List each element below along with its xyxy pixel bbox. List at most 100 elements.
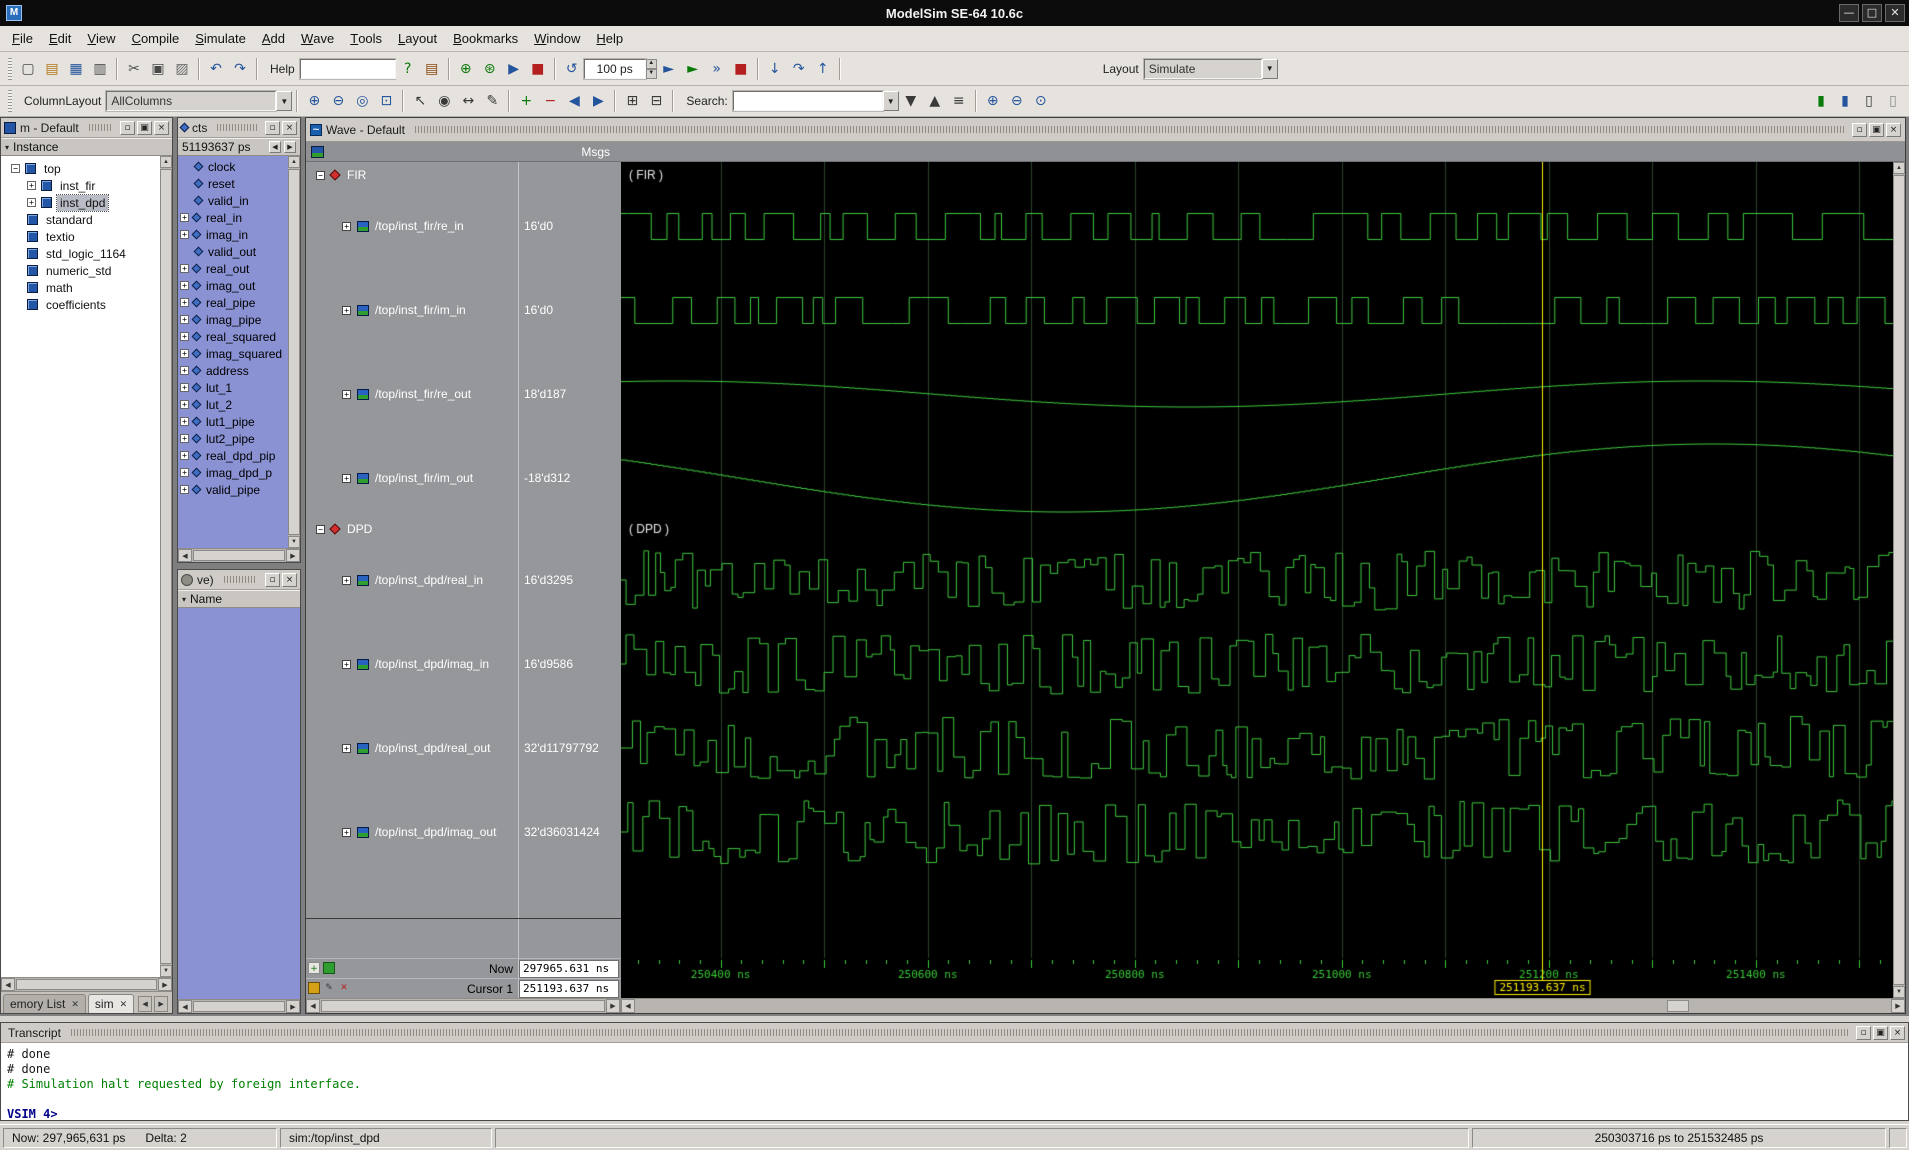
expand-icon[interactable]: + xyxy=(180,468,189,477)
object-item-imag_pipe[interactable]: +imag_pipe xyxy=(180,311,300,328)
scroll-left-icon[interactable]: ◀ xyxy=(306,999,320,1013)
simulate-icon[interactable]: ▶ xyxy=(502,57,526,81)
expand-signal-icon[interactable]: + xyxy=(342,828,351,837)
sim-tree-hscrollbar[interactable]: ◀ ▶ xyxy=(1,977,172,991)
zoom-fit-icon[interactable]: ⊙ xyxy=(1029,89,1053,113)
menu-add[interactable]: Add xyxy=(254,26,293,51)
scroll-right-icon[interactable]: ▶ xyxy=(606,999,620,1013)
close-tab-icon[interactable]: ✕ xyxy=(120,999,128,1010)
objects-panel-titlebar[interactable]: cts ▫ × xyxy=(178,118,300,138)
transcript-log[interactable]: # done# done# Simulation halt requested … xyxy=(1,1043,1908,1120)
collapse-groups-icon[interactable]: ⊟ xyxy=(644,89,668,113)
search-down-icon[interactable]: ▼ xyxy=(899,89,923,113)
search-input-value[interactable] xyxy=(733,91,883,111)
tab-sim[interactable]: sim✕ xyxy=(88,994,134,1013)
sim-panel-close-button[interactable]: × xyxy=(154,121,169,135)
stop-icon[interactable]: ■ xyxy=(729,57,753,81)
wave-signal-row[interactable]: +/top/inst_dpd/imag_in xyxy=(342,654,489,674)
scrollbar-thumb[interactable] xyxy=(160,169,172,964)
expand-signal-icon[interactable]: + xyxy=(342,576,351,585)
dropdown-arrow-icon[interactable]: ▼ xyxy=(276,91,292,111)
search-input[interactable]: ▼ xyxy=(733,91,899,111)
transcript-drag-handle[interactable] xyxy=(71,1029,1848,1036)
paste-icon[interactable]: ▨ xyxy=(170,57,194,81)
scroll-right-icon[interactable]: ▶ xyxy=(158,978,172,991)
menu-help[interactable]: Help xyxy=(588,26,631,51)
object-item-real_squared[interactable]: +real_squared xyxy=(180,328,300,345)
sim-panel-maximize-button[interactable]: ▣ xyxy=(137,121,152,135)
objects-vscrollbar[interactable]: ▲▼ xyxy=(288,156,300,548)
objects-column-header[interactable]: 51193637 ps ◀ ▶ xyxy=(178,138,300,156)
layout-select[interactable]: Simulate▼ xyxy=(1144,59,1278,79)
continue-run-icon[interactable]: ► xyxy=(681,57,705,81)
columnlayout-select-value[interactable]: AllColumns xyxy=(106,91,276,111)
expand-icon[interactable]: + xyxy=(180,264,189,273)
menu-simulate[interactable]: Simulate xyxy=(187,26,254,51)
expand-icon[interactable]: + xyxy=(180,315,189,324)
objects-hscrollbar[interactable]: ◀ ▶ xyxy=(178,548,300,562)
step-out-icon[interactable]: ↑ xyxy=(811,57,835,81)
object-item-imag_dpd_p[interactable]: +imag_dpd_p xyxy=(180,464,300,481)
scroll-down-icon[interactable]: ▼ xyxy=(160,965,172,977)
columnlayout-select[interactable]: AllColumns▼ xyxy=(106,91,292,111)
menu-window[interactable]: Window xyxy=(526,26,588,51)
expand-time-icon[interactable]: + xyxy=(308,962,320,974)
scrollbar-thumb[interactable] xyxy=(1667,1000,1689,1012)
wave-signal-row[interactable]: +/top/inst_dpd/real_in xyxy=(342,570,483,590)
expand-icon[interactable]: + xyxy=(180,213,189,222)
tree-item-textio[interactable]: textio xyxy=(11,228,78,245)
object-item-lut2_pipe[interactable]: +lut2_pipe xyxy=(180,430,300,447)
wave-signal-row[interactable]: +/top/inst_dpd/imag_out xyxy=(342,822,496,842)
tree-item-inst_dpd[interactable]: +inst_dpd xyxy=(27,194,108,211)
scrollbar-thumb[interactable] xyxy=(16,979,157,990)
pan-mode-icon[interactable]: ↔ xyxy=(456,89,480,113)
object-item-lut_1[interactable]: +lut_1 xyxy=(180,379,300,396)
expand-signal-icon[interactable]: + xyxy=(342,660,351,669)
name-column-header[interactable]: ▾ Name xyxy=(178,590,300,608)
zoom-range-icon[interactable]: ⊡ xyxy=(374,89,398,113)
zoom-out-alt-icon[interactable]: ⊖ xyxy=(1005,89,1029,113)
sim-panel-drag-handle[interactable] xyxy=(89,124,112,131)
wave-group-dpd[interactable]: −DPD xyxy=(316,519,372,539)
wave-titlebar[interactable]: ~ Wave - Default ▫ ▣ × xyxy=(306,118,1905,142)
expand-icon[interactable]: + xyxy=(180,366,189,375)
wave-hscrollbar[interactable]: ◀ ▶ ◀ ▶ xyxy=(306,998,1905,1013)
wave-drag-handle[interactable] xyxy=(415,126,1844,133)
open-folder-icon[interactable]: ▤ xyxy=(40,57,64,81)
tree-item-numeric_std[interactable]: numeric_std xyxy=(11,262,114,279)
scrollbar-thumb[interactable] xyxy=(193,1001,285,1012)
minimize-button[interactable]: — xyxy=(1839,4,1859,22)
expand-icon[interactable]: + xyxy=(180,417,189,426)
transcript-maximize-button[interactable]: ▣ xyxy=(1873,1026,1888,1040)
run-length-input-value[interactable]: 100 ps xyxy=(584,59,646,79)
menu-tools[interactable]: Tools xyxy=(342,26,390,51)
object-item-reset[interactable]: reset xyxy=(180,175,300,192)
resize-grip[interactable] xyxy=(1889,1128,1907,1148)
toolbar-grip[interactable] xyxy=(8,58,12,80)
restart-icon[interactable]: ↺ xyxy=(560,57,584,81)
expand-signal-icon[interactable]: + xyxy=(342,390,351,399)
expand-icon[interactable]: + xyxy=(180,230,189,239)
scrollbar-thumb[interactable] xyxy=(288,169,300,535)
object-item-real_dpd_pip[interactable]: +real_dpd_pip xyxy=(180,447,300,464)
tab-scroll-left-icon[interactable]: ◀ xyxy=(138,996,152,1012)
transcript-dock-button[interactable]: ▫ xyxy=(1856,1026,1871,1040)
sim-panel-dock-button[interactable]: ▫ xyxy=(120,121,135,135)
select-mode-icon[interactable]: ↖ xyxy=(408,89,432,113)
collapse-group-icon[interactable]: − xyxy=(316,525,325,534)
save-icon[interactable]: ▦ xyxy=(64,57,88,81)
column-separator[interactable] xyxy=(518,162,519,998)
help-search-input[interactable] xyxy=(300,59,396,79)
wave-signal-row[interactable]: +/top/inst_fir/im_out xyxy=(342,468,473,488)
tab-scroll-right-icon[interactable]: ▶ xyxy=(154,996,168,1012)
add-cursor-icon[interactable]: + xyxy=(514,89,538,113)
delete-cursor-icon[interactable]: ✕ xyxy=(338,982,350,994)
wave-group-fir[interactable]: −FIR xyxy=(316,165,366,185)
expand-icon[interactable]: + xyxy=(27,198,36,207)
object-item-address[interactable]: +address xyxy=(180,362,300,379)
print-icon[interactable]: ▥ xyxy=(88,57,112,81)
expand-icon[interactable]: + xyxy=(180,451,189,460)
objects-panel-dock-button[interactable]: ▫ xyxy=(265,121,280,135)
name-panel-hscrollbar[interactable]: ◀ ▶ xyxy=(178,999,300,1013)
run-length-input-spinners[interactable]: ▲▼ xyxy=(646,59,657,79)
